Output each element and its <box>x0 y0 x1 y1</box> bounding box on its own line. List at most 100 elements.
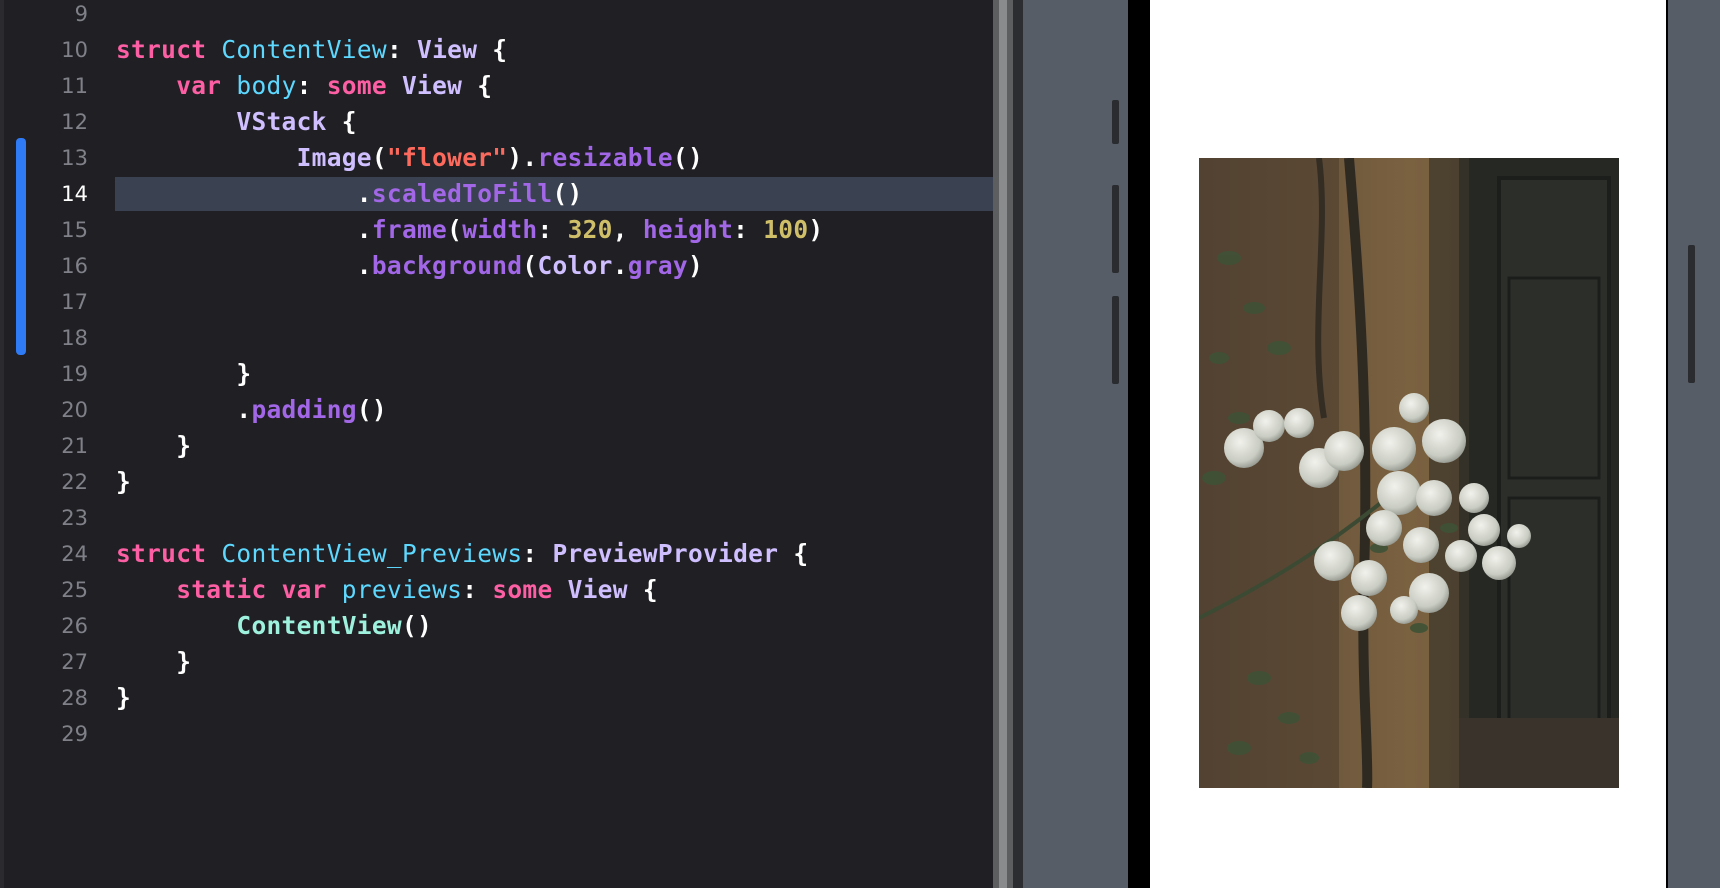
line-number: 29 <box>61 722 88 746</box>
code-editor[interactable]: 9 10 struct ContentView: View {11 var body… <box>0 0 993 888</box>
code-text[interactable]: Image("flower").resizable() <box>116 140 703 176</box>
code-token: } <box>116 647 192 676</box>
code-text[interactable]: .frame(width: 320, height: 100) <box>116 212 823 248</box>
line-number: 25 <box>61 578 88 602</box>
code-line[interactable]: 15 .frame(width: 320, height: 100) <box>4 212 993 248</box>
code-token: : <box>733 215 764 244</box>
code-text[interactable]: struct ContentView_Previews: PreviewProv… <box>116 536 808 572</box>
code-token: { <box>627 575 658 604</box>
code-text[interactable]: var body: some View { <box>116 68 492 104</box>
line-number: 23 <box>61 506 88 530</box>
divider-grip[interactable] <box>999 0 1007 888</box>
code-token: : <box>296 71 327 100</box>
code-token: : <box>386 35 418 64</box>
line-number: 20 <box>61 398 88 422</box>
code-token: previews <box>341 575 463 604</box>
canvas-edge-strip <box>1013 0 1023 888</box>
code-token: , <box>612 215 643 244</box>
code-token: Image <box>296 143 372 172</box>
code-text[interactable]: .scaledToFill() <box>116 176 583 212</box>
code-line[interactable]: 27 } <box>4 644 993 680</box>
code-text[interactable]: ContentView() <box>116 608 432 644</box>
line-number: 26 <box>61 614 88 638</box>
code-token: { <box>326 107 357 136</box>
code-token: ( <box>371 143 387 172</box>
line-number: 19 <box>61 362 88 386</box>
code-line[interactable]: 12 VStack { <box>4 104 993 140</box>
code-line[interactable]: 23 <box>4 500 993 536</box>
code-text[interactable]: static var previews: some View { <box>116 572 658 608</box>
code-token: : <box>462 575 493 604</box>
code-line[interactable]: 10 struct ContentView: View { <box>4 32 993 68</box>
line-number: 14 <box>61 182 88 206</box>
code-token: gray <box>627 251 688 280</box>
code-line[interactable]: 26 ContentView() <box>4 608 993 644</box>
code-token: } <box>116 683 132 712</box>
code-line[interactable]: 29 <box>4 716 993 752</box>
line-number: 11 <box>61 74 88 98</box>
code-text[interactable]: } <box>116 428 191 464</box>
code-text[interactable]: } <box>116 464 131 500</box>
code-token: static <box>176 575 267 604</box>
code-line[interactable]: 28} <box>4 680 993 716</box>
line-number: 15 <box>61 218 88 242</box>
line-number: 16 <box>61 254 88 278</box>
code-token: resizable <box>537 143 673 172</box>
code-token: height <box>642 215 734 244</box>
code-token: width <box>462 215 538 244</box>
line-number: 28 <box>61 686 88 710</box>
code-line[interactable]: 19 } <box>4 356 993 392</box>
line-number: 12 <box>61 110 88 134</box>
code-token: () <box>672 143 704 172</box>
code-line[interactable]: 22} <box>4 464 993 500</box>
code-text[interactable]: } <box>116 356 251 392</box>
code-token: body <box>236 71 297 100</box>
code-token: View <box>417 35 478 64</box>
code-line[interactable]: 16 .background(Color.gray) <box>4 248 993 284</box>
code-text[interactable]: } <box>116 680 131 716</box>
code-token: 100 <box>763 215 809 244</box>
code-token: var <box>281 575 327 604</box>
code-text[interactable]: .background(Color.gray) <box>116 248 703 284</box>
code-token: { <box>462 71 493 100</box>
flower-photo <box>1199 158 1619 788</box>
split-view-divider[interactable] <box>993 0 1013 888</box>
code-text[interactable]: .padding() <box>116 392 387 428</box>
code-line[interactable]: 14 .scaledToFill() <box>4 176 993 212</box>
code-text[interactable]: struct ContentView: View { <box>116 32 507 68</box>
code-token: struct <box>116 539 207 568</box>
code-token: some <box>492 575 553 604</box>
code-line[interactable]: 11 var body: some View { <box>4 68 993 104</box>
code-line[interactable]: 25 static var previews: some View { <box>4 572 993 608</box>
code-token: PreviewProvider <box>552 539 779 568</box>
code-token: . <box>116 251 372 280</box>
code-line[interactable]: 24 struct ContentView_Previews: PreviewPr… <box>4 536 993 572</box>
code-text[interactable]: VStack { <box>116 104 357 140</box>
code-token: padding <box>251 395 357 424</box>
code-line[interactable]: 21 } <box>4 428 993 464</box>
device-volume-button <box>1112 185 1119 273</box>
code-token: } <box>116 467 132 496</box>
code-line[interactable]: 18 <box>4 320 993 356</box>
code-line[interactable]: 17 <box>4 284 993 320</box>
line-number: 18 <box>61 326 88 350</box>
code-token: View <box>402 71 463 100</box>
code-line[interactable]: 13 Image("flower").resizable() <box>4 140 993 176</box>
code-token: ( <box>522 251 538 280</box>
code-line[interactable]: 9 <box>4 0 993 32</box>
code-token: View <box>567 575 628 604</box>
code-token: ). <box>507 143 538 172</box>
line-number: 13 <box>61 146 88 170</box>
code-token: . <box>116 179 372 208</box>
code-token: . <box>612 251 628 280</box>
device-volume-button <box>1112 296 1119 384</box>
code-line[interactable]: 20 .padding() <box>4 392 993 428</box>
code-text[interactable]: } <box>116 644 191 680</box>
code-token: ContentView <box>221 35 387 64</box>
